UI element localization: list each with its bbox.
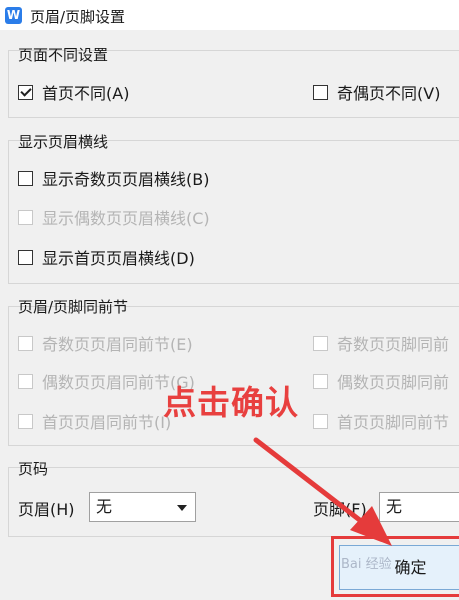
even-footer-same-label: 偶数页页脚同前 <box>337 373 450 392</box>
checkbox-disabled-icon <box>18 413 33 429</box>
checkbox-checked-icon <box>18 84 33 100</box>
first-page-diff-label: 首页不同(A) <box>42 84 130 103</box>
checkbox-disabled-icon <box>18 373 33 389</box>
dialog-title: 页眉/页脚设置 <box>30 8 126 26</box>
footer-page-num-select[interactable]: 无 <box>379 492 459 522</box>
first-header-line-checkbox[interactable]: 显示首页页眉横线(D) <box>18 246 195 268</box>
footer-page-num-value: 无 <box>386 497 403 516</box>
checkbox-unchecked-icon <box>18 249 33 265</box>
header-page-num-label: 页眉(H) <box>18 500 75 519</box>
header-line-title: 显示页眉横线 <box>18 133 109 151</box>
baidu-watermark: Bai 经验 <box>341 557 392 572</box>
first-page-diff-checkbox[interactable]: 首页不同(A) <box>18 81 129 103</box>
checkbox-disabled-icon <box>313 373 328 389</box>
odd-header-same-label: 奇数页页眉同前节(E) <box>42 335 193 354</box>
first-footer-same-checkbox[interactable]: 首页页脚同前节 <box>313 410 449 432</box>
odd-footer-same-label: 奇数页页脚同前 <box>337 335 450 354</box>
wps-writer-icon: W <box>5 7 22 24</box>
title-bar: W 页眉/页脚设置 <box>0 0 459 30</box>
odd-header-line-label: 显示奇数页页眉横线(B) <box>42 170 210 189</box>
header-page-num-select[interactable]: 无 <box>89 492 196 522</box>
checkbox-disabled-icon <box>313 413 328 429</box>
annotation-text: 点击确认 <box>163 383 299 422</box>
odd-even-diff-checkbox[interactable]: 奇偶页不同(V) <box>313 81 440 103</box>
page-diff-title: 页面不同设置 <box>18 46 109 64</box>
dropdown-arrow-icon <box>177 505 187 511</box>
checkbox-disabled-icon <box>18 335 33 351</box>
checkbox-unchecked-icon <box>18 170 33 186</box>
first-header-same-checkbox[interactable]: 首页页眉同前节(I) <box>18 410 171 432</box>
first-footer-same-label: 首页页脚同前节 <box>337 413 450 432</box>
first-header-same-label: 首页页眉同前节(I) <box>42 413 172 432</box>
footer-page-num-label: 页脚(F) <box>313 500 367 519</box>
odd-even-diff-label: 奇偶页不同(V) <box>337 84 441 103</box>
header-page-num-value: 无 <box>96 497 113 516</box>
even-footer-same-checkbox[interactable]: 偶数页页脚同前 <box>313 370 449 392</box>
checkbox-disabled-icon <box>18 209 33 225</box>
odd-header-line-checkbox[interactable]: 显示奇数页页眉横线(B) <box>18 167 209 189</box>
odd-footer-same-checkbox[interactable]: 奇数页页脚同前 <box>313 332 449 354</box>
checkbox-unchecked-icon <box>313 84 328 100</box>
odd-header-same-checkbox[interactable]: 奇数页页眉同前节(E) <box>18 332 193 354</box>
even-header-line-checkbox[interactable]: 显示偶数页页眉横线(C) <box>18 206 210 228</box>
first-header-line-label: 显示首页页眉横线(D) <box>42 249 195 268</box>
checkbox-disabled-icon <box>313 335 328 351</box>
even-header-line-label: 显示偶数页页眉横线(C) <box>42 209 210 228</box>
same-as-prev-title: 页眉/页脚同前节 <box>18 298 129 316</box>
page-number-title: 页码 <box>18 460 49 478</box>
